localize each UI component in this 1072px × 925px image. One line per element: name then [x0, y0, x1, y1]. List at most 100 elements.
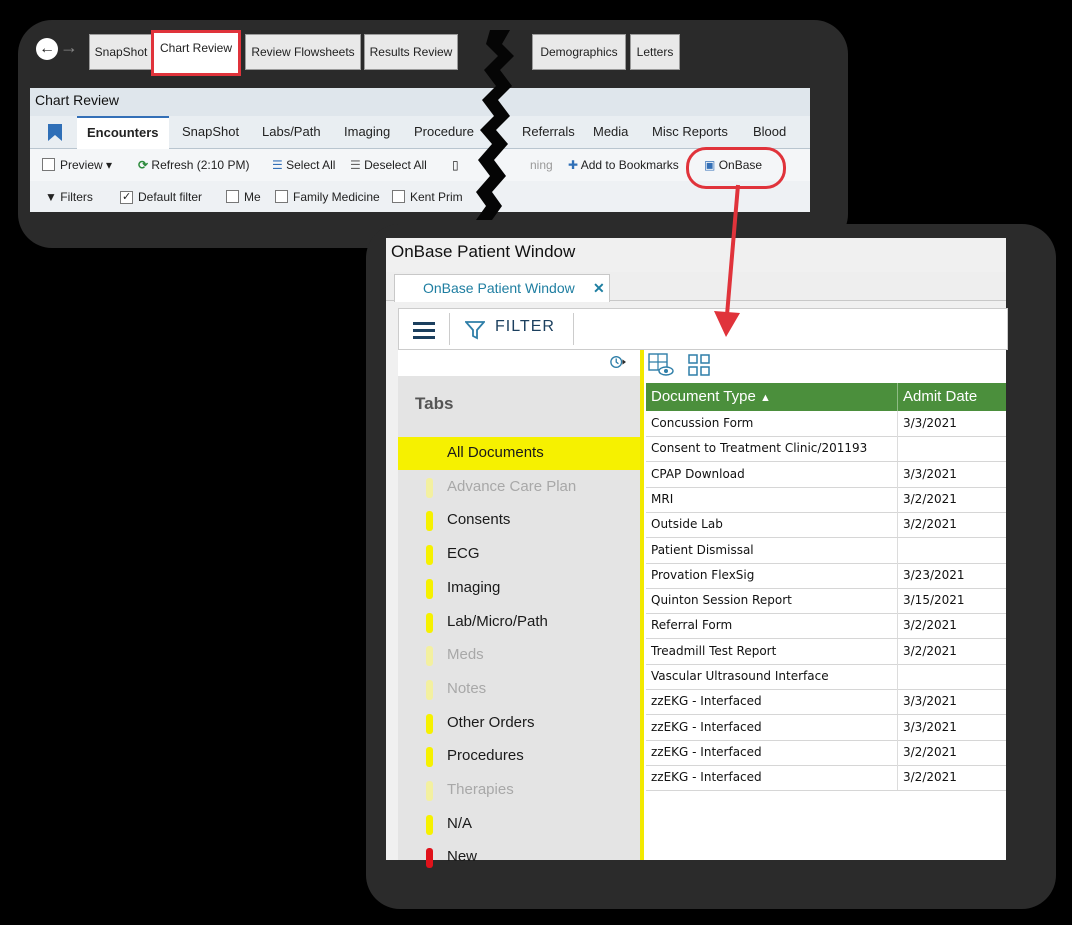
table-row[interactable]: zzEKG - Interfaced 3/3/2021	[646, 714, 1006, 741]
filter-button[interactable]: FILTER	[495, 318, 555, 336]
cell-document-type: CPAP Download	[651, 466, 745, 481]
subtab-imaging[interactable]: Imaging	[344, 124, 390, 139]
color-tag	[426, 848, 433, 869]
funnel-icon[interactable]	[465, 320, 485, 340]
cell-admit-date: 3/2/2021	[903, 643, 957, 658]
checkbox-checked	[120, 191, 133, 204]
table-row[interactable]: MRI 3/2/2021	[646, 486, 1006, 513]
kent-primary-checkbox[interactable]: Kent Prim	[392, 190, 463, 204]
chart-review-filters: ▼ Filters Default filter Me Family Medic…	[30, 181, 810, 212]
family-medicine-checkbox[interactable]: Family Medicine	[275, 190, 380, 204]
deselect-all-button[interactable]: ☰ Deselect All	[350, 158, 427, 172]
column-divider	[897, 613, 898, 639]
sidebar-item[interactable]: All Documents	[398, 437, 640, 470]
table-row[interactable]: Outside Lab 3/2/2021	[646, 512, 1006, 539]
sidebar-item-label: Therapies	[447, 781, 514, 798]
grid-layout-icon[interactable]	[688, 354, 710, 376]
cell-document-type: zzEKG - Interfaced	[651, 719, 762, 734]
color-tag	[426, 713, 433, 734]
tab-snapshot[interactable]: SnapShot	[89, 34, 153, 70]
sidebar-item-label: N/A	[447, 814, 473, 832]
table-row[interactable]: Quinton Session Report 3/15/2021	[646, 588, 1006, 615]
preview-checkbox[interactable]	[42, 158, 55, 171]
sidebar-item[interactable]: Consents	[398, 504, 640, 537]
cell-admit-date: 3/23/2021	[903, 567, 965, 582]
routing-button[interactable]: ning	[530, 158, 553, 172]
me-checkbox[interactable]: Me	[226, 190, 261, 204]
sidebar-item-label: Imaging	[447, 578, 501, 596]
sidebar-item[interactable]: Other Orders	[398, 707, 640, 740]
cell-document-type: Patient Dismissal	[651, 542, 754, 557]
sidebar-item[interactable]: Lab/Micro/Path	[398, 606, 640, 639]
document-icon[interactable]: ▯	[452, 158, 459, 172]
table-row[interactable]: Treadmill Test Report 3/2/2021	[646, 638, 1006, 665]
column-divider	[897, 461, 898, 487]
history-clock-icon[interactable]	[610, 354, 626, 370]
epic-chart-review: ← → SnapShot Chart Review Review Flowshe…	[30, 30, 810, 212]
column-header-document-type[interactable]: Document Type ▲	[651, 388, 771, 405]
table-row[interactable]: zzEKG - Interfaced 3/3/2021	[646, 689, 1006, 716]
cell-document-type: Consent to Treatment Clinic/201193	[651, 441, 868, 456]
preview-eye-icon[interactable]	[648, 353, 674, 377]
column-divider	[897, 512, 898, 538]
cell-document-type: Vascular Ultrasound Interface	[651, 669, 829, 683]
forward-arrow-icon[interactable]: →	[60, 37, 78, 58]
table-row[interactable]: zzEKG - Interfaced 3/2/2021	[646, 765, 1006, 792]
refresh-button[interactable]: ⟳ Refresh (2:10 PM)	[138, 158, 249, 172]
sidebar-item[interactable]: ECG	[398, 538, 640, 571]
grid-view-controls	[644, 350, 1006, 380]
subtab-misc-reports[interactable]: Misc Reports	[652, 124, 728, 139]
select-all-button[interactable]: ☰ Select All	[272, 158, 335, 172]
sidebar-item-label: All Documents	[447, 444, 544, 461]
tab-letters[interactable]: Letters	[630, 34, 680, 70]
sidebar-item[interactable]: Procedures	[398, 740, 640, 773]
filters-button[interactable]: ▼ Filters	[45, 190, 93, 204]
sidebar-item[interactable]: New	[398, 841, 640, 874]
add-to-bookmarks-button[interactable]: ✚ Add to Bookmarks	[568, 158, 679, 172]
sidebar-item-label: Notes	[447, 679, 487, 697]
table-row[interactable]: zzEKG - Interfaced 3/2/2021	[646, 739, 1006, 766]
window-title: OnBase Patient Window	[391, 242, 576, 261]
grid-header-row: Document Type ▲ Admit Date	[646, 383, 1006, 411]
table-row[interactable]: Vascular Ultrasound Interface	[646, 664, 1006, 690]
table-row[interactable]: Provation FlexSig 3/23/2021	[646, 562, 1006, 589]
cell-admit-date: 3/2/2021	[903, 517, 957, 532]
tab-demographics[interactable]: Demographics	[532, 34, 626, 70]
table-row[interactable]: CPAP Download 3/3/2021	[646, 461, 1006, 488]
tab-onbase-patient-window[interactable]: OnBase Patient Window ✕	[394, 274, 610, 302]
toolbar-divider	[573, 313, 574, 345]
sidebar-item[interactable]: Notes	[398, 673, 640, 706]
preview-toggle[interactable]: Preview ▾	[42, 158, 112, 172]
table-row[interactable]: Concussion Form 3/3/2021	[646, 411, 1006, 437]
sidebar-item[interactable]: Imaging	[398, 572, 640, 605]
tab-chart-review[interactable]: Chart Review	[151, 30, 241, 76]
close-icon[interactable]: ✕	[593, 275, 605, 301]
preview-label: Preview	[60, 158, 103, 172]
tab-review-flowsheets[interactable]: Review Flowsheets	[245, 34, 361, 70]
toolbar-divider	[449, 313, 450, 345]
subtab-media[interactable]: Media	[593, 124, 628, 139]
column-header-admit-date[interactable]: Admit Date	[903, 388, 977, 405]
column-divider	[897, 714, 898, 740]
cell-document-type: Referral Form	[651, 618, 733, 633]
sidebar-item[interactable]: Therapies	[398, 774, 640, 807]
back-arrow-icon[interactable]: ←	[36, 38, 58, 60]
subtab-snapshot[interactable]: SnapShot	[182, 124, 239, 139]
sidebar-item[interactable]: Meds	[398, 639, 640, 672]
sidebar-item[interactable]: Advance Care Plan	[398, 471, 640, 504]
sidebar-item[interactable]: N/A	[398, 808, 640, 841]
cell-document-type: Quinton Session Report	[651, 593, 792, 608]
chart-review-title: Chart Review	[35, 92, 120, 108]
tab-results-review[interactable]: Results Review	[364, 34, 458, 70]
hamburger-menu-icon[interactable]	[413, 322, 435, 343]
bookmark-icon[interactable]	[48, 124, 62, 141]
subtab-labs-path[interactable]: Labs/Path	[262, 124, 321, 139]
deselect-all-label: Deselect All	[364, 158, 427, 172]
subtab-blood[interactable]: Blood	[753, 124, 786, 139]
default-filter-checkbox[interactable]: Default filter	[120, 190, 202, 204]
dropdown-arrow-icon[interactable]: ▾	[106, 158, 112, 172]
table-row[interactable]: Referral Form 3/2/2021	[646, 613, 1006, 640]
subtab-encounters[interactable]: Encounters	[77, 116, 169, 149]
table-row[interactable]: Patient Dismissal	[646, 537, 1006, 564]
table-row[interactable]: Consent to Treatment Clinic/201193	[646, 436, 1006, 463]
